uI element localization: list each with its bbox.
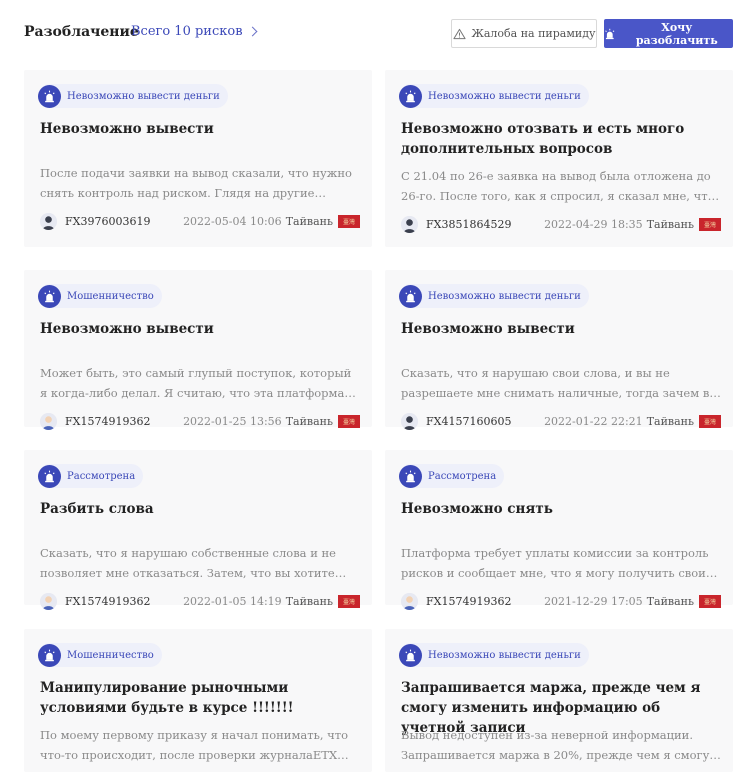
avatar xyxy=(401,592,418,610)
region-label: Тайвань xyxy=(285,214,333,228)
post-date: 2021-12-29 17:05 xyxy=(544,594,643,608)
category-tag-label: Невозможно вывести деньги xyxy=(67,90,220,102)
user-id: FX1574919362 xyxy=(426,594,512,608)
exposure-card[interactable]: Невозможно вывести деньги Невозможно выве… xyxy=(24,70,372,247)
region-flag-icon: 臺灣 xyxy=(699,594,721,608)
post-date: 2022-04-29 18:35 xyxy=(544,217,643,231)
avatar xyxy=(401,215,418,233)
category-tag-label: Мошенничество xyxy=(67,649,154,661)
exposure-card[interactable]: Невозможно вывести деньги Невозможно отоз… xyxy=(385,70,733,247)
alarm-icon xyxy=(38,464,61,488)
card-description: По моему первому приказу я начал понимат… xyxy=(40,728,349,762)
alarm-icon xyxy=(38,643,61,667)
category-tag: Рассмотрена xyxy=(38,464,144,488)
pyramid-complaint-button[interactable]: Жалоба на пирамиду xyxy=(451,19,597,48)
card-description: Сказать, что я нарушаю свои слова, и вы … xyxy=(401,366,719,400)
user-id: FX1574919362 xyxy=(65,414,151,428)
card-meta: FX3851864529 2022-04-29 18:35 Тайвань 臺灣 xyxy=(401,214,721,234)
alarm-icon xyxy=(399,464,422,488)
card-description: Платформа требует уплаты комиссии за кон… xyxy=(401,546,709,580)
card-title[interactable]: Разбить слова xyxy=(40,499,360,519)
card-title[interactable]: Невозможно вывести xyxy=(401,319,721,339)
post-date: 2022-05-04 10:06 xyxy=(183,214,282,228)
card-description: Может быть, это самый глупый поступок, к… xyxy=(40,366,352,400)
user-id: FX3851864529 xyxy=(426,217,512,231)
exposure-card[interactable]: Невозможно вывести деньги Невозможно выве… xyxy=(385,270,733,430)
card-title[interactable]: Невозможно снять xyxy=(401,499,721,519)
card-description: Вывод недоступен из-за неверной информац… xyxy=(401,728,710,762)
card-title[interactable]: Манипулирование рыночными условиями будь… xyxy=(40,678,360,718)
card-description: С 21.04 по 26-е заявка на вывод была отл… xyxy=(401,169,715,203)
region-flag-icon: 臺灣 xyxy=(699,414,721,428)
category-tag-label: Мошенничество xyxy=(67,290,154,302)
category-tag-label: Невозможно вывести деньги xyxy=(428,649,581,661)
card-title[interactable]: Невозможно вывести xyxy=(40,119,360,139)
card-meta: FX1574919362 2022-01-25 13:56 Тайвань 臺灣 xyxy=(40,411,360,431)
region-label: Тайвань xyxy=(646,217,694,231)
alarm-icon xyxy=(38,84,61,108)
chevron-right-icon xyxy=(247,26,257,37)
category-tag: Невозможно вывести деньги xyxy=(399,84,589,108)
region-label: Тайвань xyxy=(646,414,694,428)
category-tag: Рассмотрена xyxy=(399,464,505,488)
user-id: FX4157160605 xyxy=(426,414,512,428)
category-tag-label: Рассмотрена xyxy=(67,470,136,482)
card-meta: FX1574919362 2021-12-29 17:05 Тайвань 臺灣 xyxy=(401,591,721,611)
region-flag-icon: 臺灣 xyxy=(338,214,360,228)
exposure-card[interactable]: Мошенничество Невозможно вывести Может быт… xyxy=(24,270,372,430)
post-date: 2022-01-25 13:56 xyxy=(183,414,282,428)
region-flag-icon: 臺灣 xyxy=(338,414,360,428)
card-meta: FX3976003619 2022-05-04 10:06 Тайвань 臺灣 xyxy=(40,211,360,231)
region-flag-icon: 臺灣 xyxy=(338,594,360,608)
exposure-card[interactable]: Рассмотрена Невозможно снять Платформа тре… xyxy=(385,450,733,610)
pyramid-complaint-label: Жалоба на пирамиду xyxy=(471,27,596,40)
page-header: Разоблачение Всего 10 рисков Жалоба на п… xyxy=(24,19,733,48)
card-title[interactable]: Невозможно вывести xyxy=(40,319,360,339)
exposure-card[interactable]: Мошенничество Манипулирование рыночными у… xyxy=(24,629,372,772)
total-risks-link[interactable]: Всего 10 рисков xyxy=(131,24,257,39)
post-date: 2022-01-05 14:19 xyxy=(183,594,282,608)
region-label: Тайвань xyxy=(285,594,333,608)
alarm-icon xyxy=(399,84,422,108)
avatar xyxy=(40,212,57,230)
exposure-card[interactable]: Рассмотрена Разбить слова Сказать, что я н… xyxy=(24,450,372,610)
region-label: Тайвань xyxy=(646,594,694,608)
user-id: FX3976003619 xyxy=(65,214,151,228)
category-tag-label: Рассмотрена xyxy=(428,470,497,482)
category-tag-label: Невозможно вывести деньги xyxy=(428,90,581,102)
expose-label: Хочу разоблачить xyxy=(635,20,718,47)
warning-icon xyxy=(452,28,466,39)
exposure-card[interactable]: Невозможно вывести деньги Запрашивается м… xyxy=(385,629,733,772)
card-description: Сказать, что я нарушаю собственные слова… xyxy=(40,546,336,580)
total-risks-label: Всего 10 рисков xyxy=(131,24,243,39)
category-tag: Мошенничество xyxy=(38,643,162,667)
card-meta: FX4157160605 2022-01-22 22:21 Тайвань 臺灣 xyxy=(401,411,721,431)
card-title[interactable]: Запрашивается маржа, прежде чем я смогу … xyxy=(401,678,721,736)
expose-button[interactable]: Хочу разоблачить xyxy=(604,19,733,48)
avatar xyxy=(401,412,418,430)
alarm-icon xyxy=(399,643,422,667)
category-tag-label: Невозможно вывести деньги xyxy=(428,290,581,302)
card-meta: FX1574919362 2022-01-05 14:19 Тайвань 臺灣 xyxy=(40,591,360,611)
post-date: 2022-01-22 22:21 xyxy=(544,414,643,428)
card-description: После подачи заявки на вывод сказали, чт… xyxy=(40,166,352,200)
region-flag-icon: 臺灣 xyxy=(699,217,721,231)
card-title[interactable]: Невозможно отозвать и есть много дополни… xyxy=(401,119,721,159)
category-tag: Невозможно вывести деньги xyxy=(399,284,589,308)
category-tag: Невозможно вывести деньги xyxy=(38,84,228,108)
page-title: Разоблачение xyxy=(24,24,139,40)
category-tag: Мошенничество xyxy=(38,284,162,308)
alarm-icon xyxy=(38,284,61,308)
avatar xyxy=(40,592,57,610)
region-label: Тайвань xyxy=(285,414,333,428)
alarm-icon xyxy=(399,284,422,308)
category-tag: Невозможно вывести деньги xyxy=(399,643,589,667)
user-id: FX1574919362 xyxy=(65,594,151,608)
alarm-icon xyxy=(605,28,615,39)
avatar xyxy=(40,412,57,430)
